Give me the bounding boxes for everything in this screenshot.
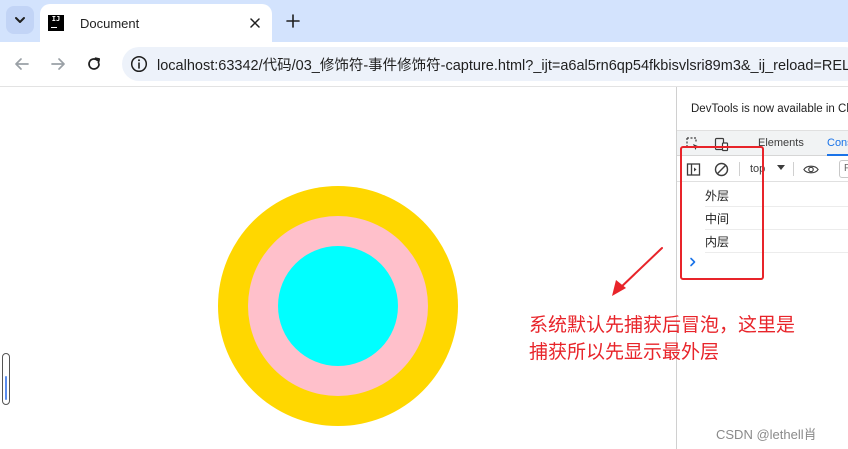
intellij-favicon-icon: IJ	[48, 15, 64, 31]
tab-close-button[interactable]	[246, 14, 264, 32]
console-filter-input[interactable]: Filter	[839, 160, 848, 178]
address-url[interactable]: localhost:63342/代码/03_修饰符-事件修饰符-capture.…	[157, 54, 848, 75]
back-arrow-icon	[15, 58, 29, 70]
browser-toolbar: localhost:63342/代码/03_修饰符-事件修饰符-capture.…	[0, 42, 848, 86]
outer-circle[interactable]	[218, 186, 458, 426]
watermark: CSDN @lethell肖	[716, 427, 817, 442]
devtools-banner-text: DevTools is now available in Chinese!	[691, 102, 848, 115]
address-bar[interactable]: localhost:63342/代码/03_修饰符-事件修饰符-capture.…	[122, 47, 848, 81]
caret-down-icon	[777, 165, 785, 170]
scroll-handle[interactable]	[2, 353, 10, 405]
site-info-button[interactable]	[130, 54, 148, 74]
annotation-text: 系统默认先捕获后冒泡，这里是 捕获所以先显示最外层	[529, 312, 839, 366]
tab-elements[interactable]: Elements	[758, 131, 804, 156]
forward-button[interactable]	[44, 50, 72, 78]
toolbar-separator	[793, 162, 794, 176]
inner-circle[interactable]	[278, 246, 398, 366]
highlight-box	[680, 146, 764, 280]
info-icon	[130, 55, 148, 73]
tab-strip: IJ Document	[0, 0, 848, 42]
new-tab-button[interactable]	[280, 8, 306, 34]
live-expression-button[interactable]	[803, 161, 819, 177]
plus-icon	[286, 14, 300, 28]
page-viewport	[0, 87, 676, 449]
annotation-arrow-icon	[612, 247, 663, 296]
reload-button[interactable]	[80, 50, 108, 78]
annotation-line-2: 捕获所以先显示最外层	[529, 342, 720, 363]
annotation-line-1: 系统默认先捕获后冒泡，这里是	[529, 315, 796, 336]
close-icon	[250, 18, 260, 28]
chevron-down-icon	[15, 17, 25, 23]
forward-arrow-icon	[51, 58, 65, 70]
tab-title: Document	[80, 15, 140, 31]
devtools-banner: DevTools is now available in Chinese!	[677, 87, 848, 130]
middle-circle[interactable]	[248, 216, 428, 396]
tab-search-button[interactable]	[6, 6, 34, 34]
reload-icon	[88, 57, 101, 70]
eye-icon	[803, 165, 819, 173]
browser-tab[interactable]: IJ Document	[40, 4, 272, 42]
tab-console[interactable]: Console	[827, 131, 848, 156]
back-button[interactable]	[8, 50, 36, 78]
